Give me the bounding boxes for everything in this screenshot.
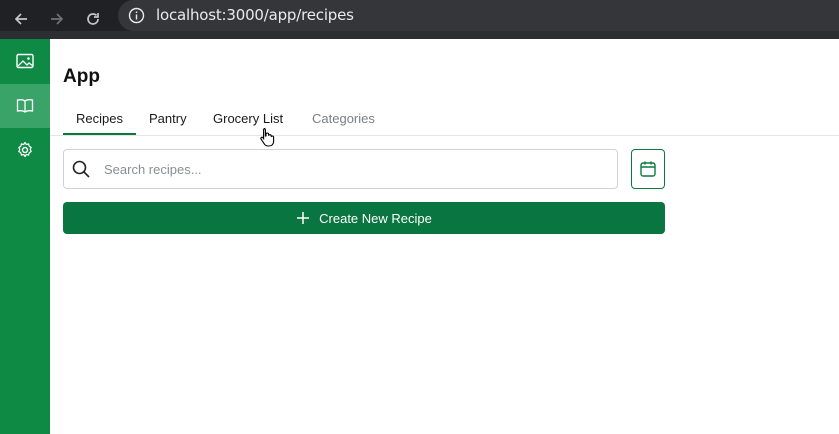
sidebar-item-images[interactable] bbox=[0, 39, 50, 83]
reload-button[interactable] bbox=[78, 4, 108, 34]
sidebar-item-recipes[interactable] bbox=[0, 84, 50, 128]
book-open-icon bbox=[16, 99, 34, 113]
back-arrow-icon bbox=[14, 13, 27, 25]
tab-categories[interactable]: Categories bbox=[312, 105, 375, 135]
plus-icon bbox=[296, 211, 310, 225]
info-icon[interactable] bbox=[128, 7, 145, 24]
tabs-divider bbox=[50, 135, 839, 136]
hand-pointer-cursor-icon bbox=[260, 127, 275, 147]
create-recipe-label: Create New Recipe bbox=[319, 210, 432, 226]
tab-pantry[interactable]: Pantry bbox=[149, 105, 187, 135]
page-title: App bbox=[63, 66, 100, 87]
main-content: App Recipes Pantry Grocery List Categori… bbox=[50, 39, 839, 434]
calendar-button[interactable] bbox=[631, 149, 665, 189]
image-icon bbox=[16, 53, 34, 69]
forward-button[interactable] bbox=[42, 4, 72, 34]
browser-toolbar: localhost:3000/app/recipes bbox=[0, 0, 839, 39]
search-icon bbox=[72, 160, 90, 178]
search-input[interactable] bbox=[104, 150, 604, 188]
reload-icon bbox=[87, 13, 99, 25]
gear-icon bbox=[18, 141, 32, 158]
tab-recipes[interactable]: Recipes bbox=[63, 105, 136, 135]
sidebar bbox=[0, 39, 50, 434]
url-text[interactable]: localhost:3000/app/recipes bbox=[156, 6, 354, 24]
create-recipe-button[interactable]: Create New Recipe bbox=[63, 202, 665, 234]
forward-arrow-icon bbox=[51, 13, 64, 25]
search-box[interactable] bbox=[63, 149, 618, 189]
sidebar-item-settings[interactable] bbox=[0, 128, 50, 172]
back-button[interactable] bbox=[6, 4, 36, 34]
calendar-icon bbox=[640, 161, 656, 177]
browser-divider bbox=[0, 31, 839, 39]
